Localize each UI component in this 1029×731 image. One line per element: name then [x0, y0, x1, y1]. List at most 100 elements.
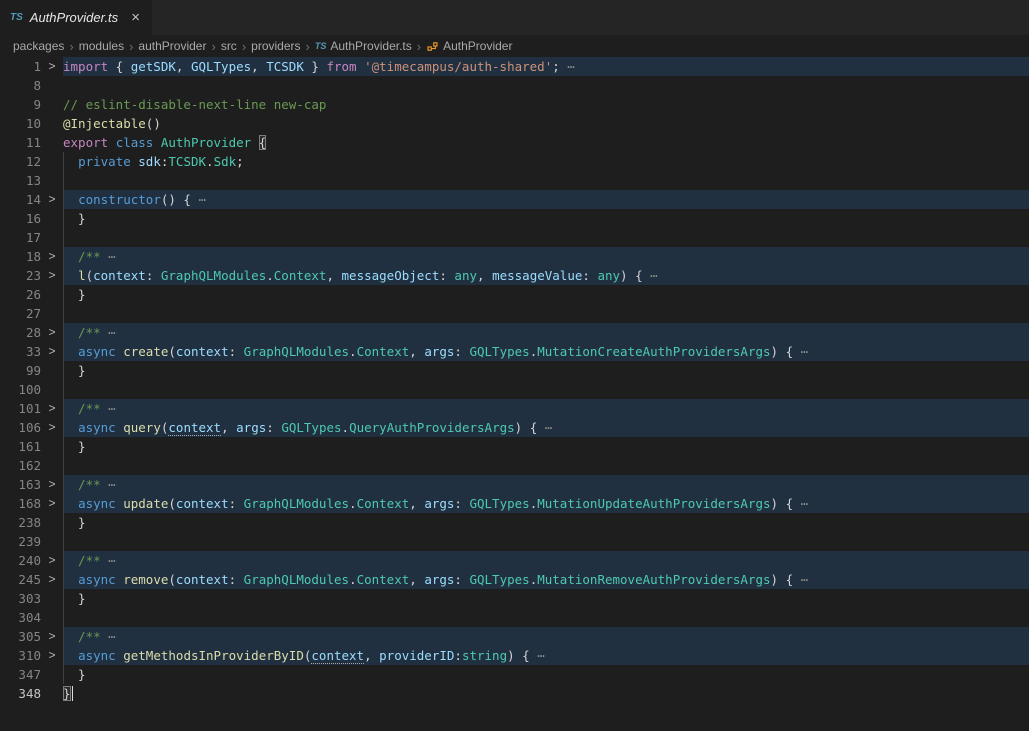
gutter: 347 [0, 665, 63, 684]
fold-ellipsis[interactable]: ⋯ [101, 401, 116, 416]
fold-chevron-placeholder [41, 513, 63, 532]
token-ty: string [462, 648, 507, 663]
code-content[interactable]: /** ⋯ [63, 551, 1029, 570]
token-ty: GQLTypes [469, 572, 529, 587]
fold-chevron-placeholder [41, 171, 63, 190]
code-content[interactable]: /** ⋯ [63, 247, 1029, 266]
fold-ellipsis[interactable]: ⋯ [101, 553, 116, 568]
code-content[interactable]: } [63, 589, 1029, 608]
fold-ellipsis[interactable]: ⋯ [793, 572, 808, 587]
token-pn [63, 496, 78, 511]
fold-chevron-icon[interactable]: > [41, 190, 63, 209]
token-bm: } [63, 686, 71, 701]
code-content[interactable]: /** ⋯ [63, 323, 1029, 342]
token-pn: } [63, 439, 86, 454]
code-content[interactable] [63, 532, 1029, 551]
breadcrumb-item-src[interactable]: src [221, 39, 237, 53]
code-content[interactable]: } [63, 513, 1029, 532]
code-content[interactable]: /** ⋯ [63, 399, 1029, 418]
fold-ellipsis[interactable]: ⋯ [191, 192, 206, 207]
token-pn: ( [168, 496, 176, 511]
token-ty: Context [357, 496, 410, 511]
code-content[interactable]: } [63, 684, 1029, 703]
code-content[interactable]: constructor() { ⋯ [63, 190, 1029, 209]
fold-ellipsis[interactable]: ⋯ [793, 344, 808, 359]
tab-authprovider[interactable]: TS AuthProvider.ts × [0, 0, 152, 35]
code-content[interactable] [63, 304, 1029, 323]
code-content[interactable]: // eslint-disable-next-line new-cap [63, 95, 1029, 114]
code-content[interactable]: @Injectable() [63, 114, 1029, 133]
close-icon[interactable]: × [131, 10, 140, 25]
class-symbol-icon [426, 40, 439, 53]
code-content[interactable] [63, 608, 1029, 627]
editor[interactable]: 1>import { getSDK, GQLTypes, TCSDK } fro… [0, 57, 1029, 703]
fold-ellipsis[interactable]: ⋯ [793, 496, 808, 511]
breadcrumb-label: modules [79, 39, 124, 53]
token-vr: getSDK [131, 59, 176, 74]
code-content[interactable]: async remove(context: GraphQLModules.Con… [63, 570, 1029, 589]
code-content[interactable]: import { getSDK, GQLTypes, TCSDK } from … [63, 57, 1029, 76]
code-line-238: 238 } [0, 513, 1029, 532]
fold-chevron-icon[interactable]: > [41, 266, 63, 285]
code-content[interactable]: } [63, 665, 1029, 684]
gutter: 26 [0, 285, 63, 304]
breadcrumb-item-authprovider-ts[interactable]: TSAuthProvider.ts [315, 39, 412, 53]
code-content[interactable] [63, 380, 1029, 399]
code-content[interactable] [63, 228, 1029, 247]
code-content[interactable]: } [63, 209, 1029, 228]
code-content[interactable]: } [63, 361, 1029, 380]
code-content[interactable]: /** ⋯ [63, 475, 1029, 494]
line-number: 310 [0, 646, 41, 665]
code-content[interactable]: l(context: GraphQLModules.Context, messa… [63, 266, 1029, 285]
code-content[interactable] [63, 456, 1029, 475]
fold-chevron-icon[interactable]: > [41, 551, 63, 570]
breadcrumb-item-packages[interactable]: packages [13, 39, 64, 53]
breadcrumb-item-modules[interactable]: modules [79, 39, 124, 53]
fold-ellipsis[interactable]: ⋯ [101, 629, 116, 644]
code-content[interactable] [63, 171, 1029, 190]
fold-chevron-icon[interactable]: > [41, 627, 63, 646]
fold-ellipsis[interactable]: ⋯ [560, 59, 575, 74]
code-content[interactable]: } [63, 285, 1029, 304]
fold-chevron-icon[interactable]: > [41, 418, 63, 437]
indent-guide [63, 551, 64, 570]
fold-chevron-icon[interactable]: > [41, 494, 63, 513]
code-content[interactable]: } [63, 437, 1029, 456]
fold-ellipsis[interactable]: ⋯ [537, 420, 552, 435]
fold-ellipsis[interactable]: ⋯ [101, 249, 116, 264]
code-content[interactable]: export class AuthProvider { [63, 133, 1029, 152]
breadcrumb-item-authprovider[interactable]: AuthProvider [426, 39, 512, 53]
fold-chevron-icon[interactable]: > [41, 475, 63, 494]
line-number: 305 [0, 627, 41, 646]
code-line-9: 9// eslint-disable-next-line new-cap [0, 95, 1029, 114]
token-cm: // eslint-disable-next-line new-cap [63, 97, 326, 112]
fold-ellipsis[interactable]: ⋯ [530, 648, 545, 663]
code-content[interactable]: async update(context: GraphQLModules.Con… [63, 494, 1029, 513]
code-content[interactable] [63, 76, 1029, 95]
gutter: 28> [0, 323, 63, 342]
token-pn: , [364, 648, 379, 663]
fold-chevron-placeholder [41, 152, 63, 171]
code-content[interactable]: async create(context: GraphQLModules.Con… [63, 342, 1029, 361]
fold-ellipsis[interactable]: ⋯ [101, 325, 116, 340]
token-pn: ( [168, 344, 176, 359]
fold-chevron-icon[interactable]: > [41, 399, 63, 418]
code-content[interactable]: private sdk:TCSDK.Sdk; [63, 152, 1029, 171]
fold-chevron-icon[interactable]: > [41, 570, 63, 589]
code-line-161: 161 } [0, 437, 1029, 456]
code-content[interactable]: /** ⋯ [63, 627, 1029, 646]
fold-chevron-icon[interactable]: > [41, 342, 63, 361]
fold-chevron-icon[interactable]: > [41, 57, 63, 76]
fold-ellipsis[interactable]: ⋯ [643, 268, 658, 283]
fold-chevron-icon[interactable]: > [41, 646, 63, 665]
fold-chevron-icon[interactable]: > [41, 247, 63, 266]
code-content[interactable]: async getMethodsInProviderByID(context, … [63, 646, 1029, 665]
line-number: 100 [0, 380, 41, 399]
breadcrumb-item-authprovider[interactable]: authProvider [138, 39, 206, 53]
breadcrumb-item-providers[interactable]: providers [251, 39, 300, 53]
fold-ellipsis[interactable]: ⋯ [101, 477, 116, 492]
token-ty: GQLTypes [469, 496, 529, 511]
token-pn: , [221, 420, 236, 435]
code-content[interactable]: async query(context, args: GQLTypes.Quer… [63, 418, 1029, 437]
fold-chevron-icon[interactable]: > [41, 323, 63, 342]
